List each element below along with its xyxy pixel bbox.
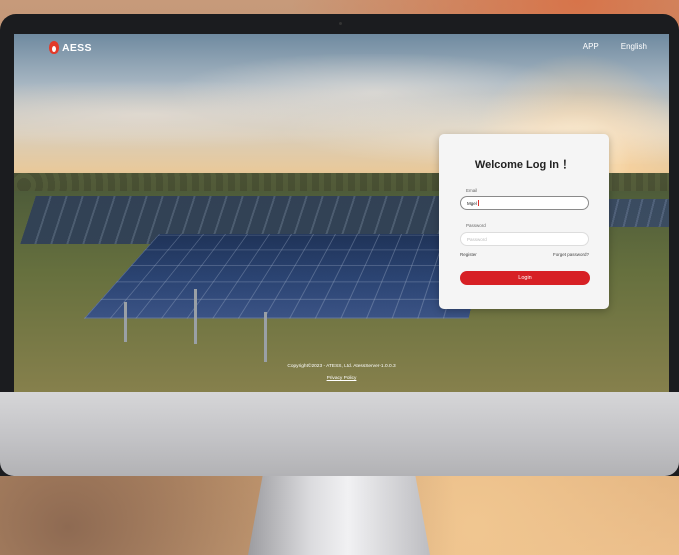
copyright-text: Copyright©2023 - ATESS, Ltd. AtessServer… [287, 364, 396, 369]
email-field[interactable]: Mgel [460, 196, 589, 210]
register-link[interactable]: Register [460, 252, 477, 257]
webcam-icon [339, 22, 342, 25]
login-card: Welcome Log In ！ Email Mgel Password Pas… [439, 134, 609, 309]
language-selector[interactable]: English [621, 42, 647, 51]
monitor-chin [0, 392, 679, 476]
forgot-password-link[interactable]: Forget password? [553, 252, 589, 257]
flame-logo-icon [49, 41, 59, 54]
solar-panels-right [600, 199, 669, 227]
panel-post [194, 289, 197, 344]
text-cursor [477, 200, 479, 206]
password-field[interactable]: Password [460, 232, 589, 246]
login-title: Welcome Log In ！ [474, 159, 574, 171]
atess-logo[interactable]: AESS [49, 41, 92, 54]
panel-post [124, 302, 127, 342]
monitor-stand [248, 476, 430, 555]
privacy-policy-link[interactable]: Privacy Policy [14, 376, 669, 381]
email-label: Email [466, 188, 478, 193]
page-footer: Copyright©2023 - ATESS, Ltd. AtessServer… [14, 364, 669, 381]
login-button[interactable]: Login [460, 271, 590, 285]
screen: AESS APP English Welcome Log In ！ Email … [14, 34, 669, 392]
email-value: Mgel [467, 200, 477, 206]
password-label: Password [466, 223, 486, 228]
password-placeholder: Password [467, 236, 487, 242]
logo-text: AESS [62, 41, 92, 54]
panel-post [264, 312, 267, 362]
auth-links: Register Forget password? [460, 252, 589, 257]
nav-app-link[interactable]: APP [583, 42, 599, 51]
top-nav: APP English [583, 42, 647, 51]
